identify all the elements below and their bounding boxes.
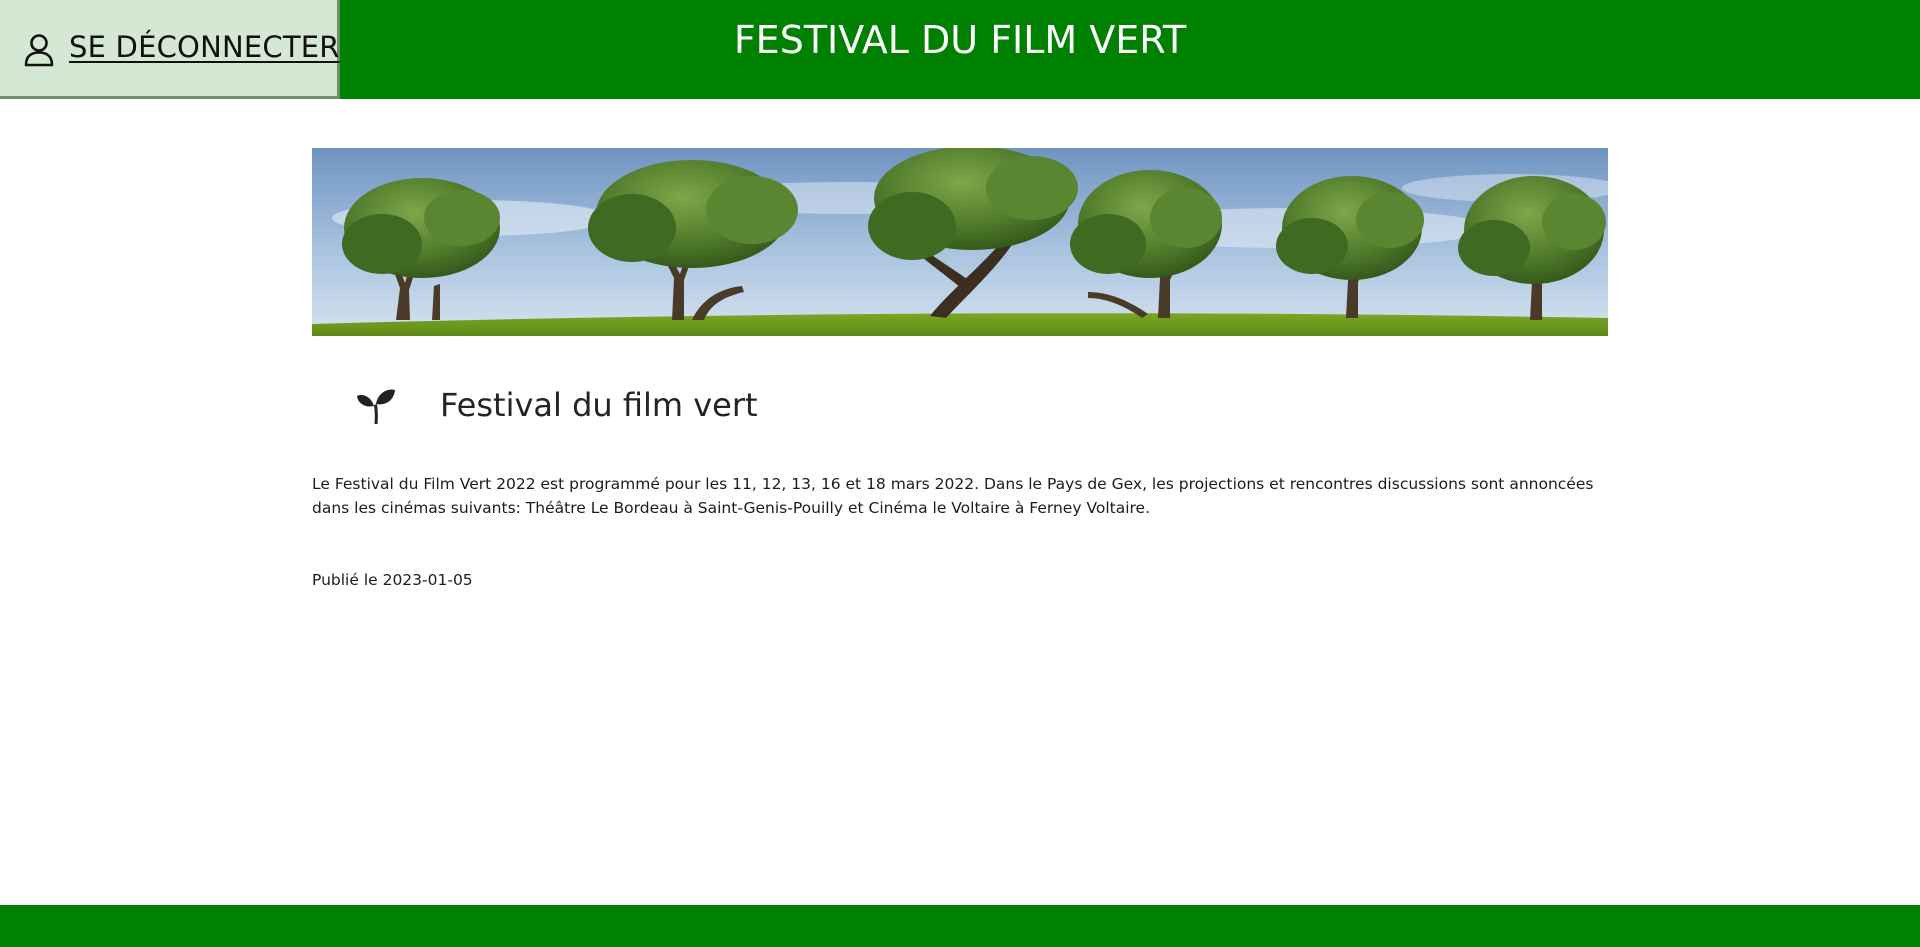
article-title: Festival du film vert xyxy=(440,386,758,424)
site-title: FESTIVAL DU FILM VERT xyxy=(733,18,1187,62)
article-body: Le Festival du Film Vert 2022 est progra… xyxy=(312,475,1594,517)
published-date: Publié le 2023-01-05 xyxy=(312,571,473,589)
logout-label[interactable]: SE DÉCONNECTER xyxy=(69,30,340,64)
banner-image xyxy=(312,148,1608,336)
user-icon xyxy=(24,33,54,67)
site-header: SE DÉCONNECTER FESTIVAL DU FILM VERT xyxy=(0,0,1920,99)
seedling-icon xyxy=(356,386,396,426)
site-footer xyxy=(0,905,1920,947)
logout-button[interactable]: SE DÉCONNECTER xyxy=(0,0,340,99)
